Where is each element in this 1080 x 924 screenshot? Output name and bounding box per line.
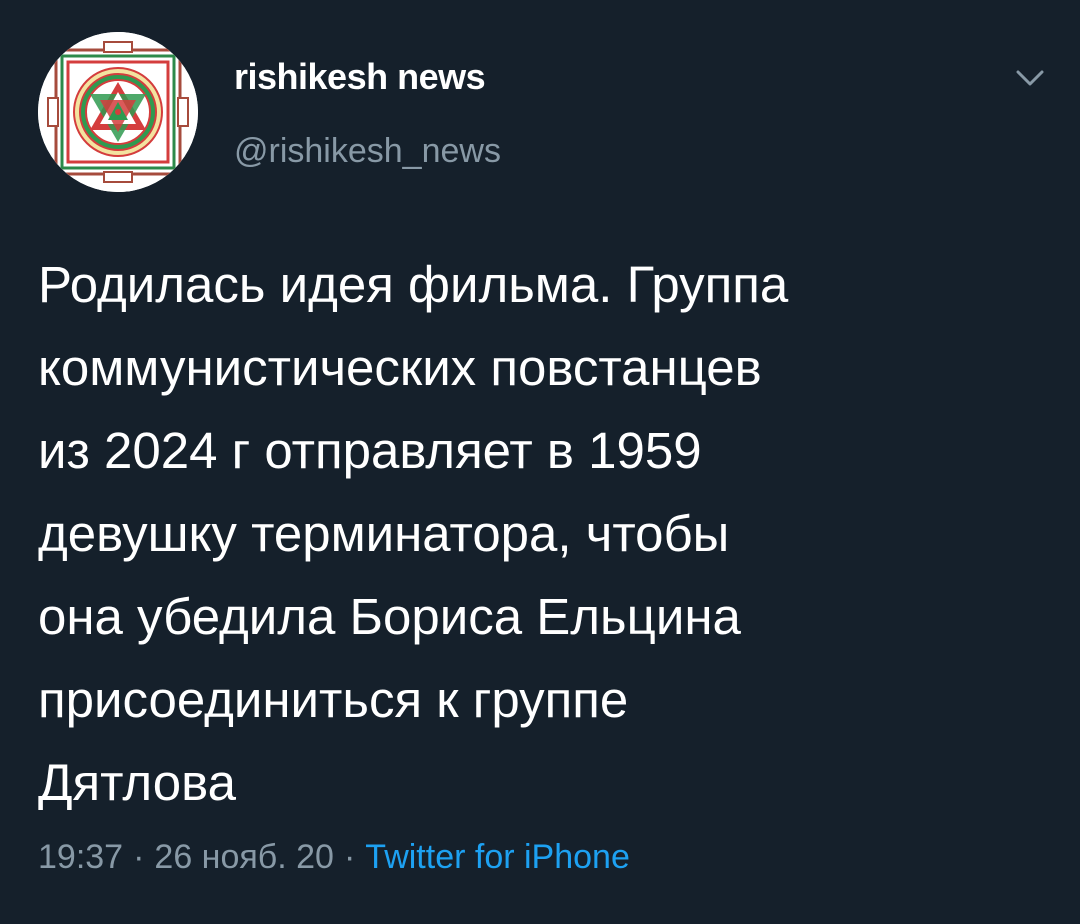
tweet-text: Родилась идея фильма. Группа коммунистич…	[38, 256, 789, 811]
tweet-date[interactable]: 26 нояб. 20	[154, 838, 334, 876]
tweet-menu-button[interactable]	[1010, 58, 1050, 98]
sri-yantra-icon	[38, 32, 198, 192]
tweet-card: rishikesh news @rishikesh_news Родилась …	[0, 0, 1080, 924]
meta-separator: ·	[133, 838, 145, 876]
meta-separator: ·	[343, 838, 356, 876]
tweet-source-link[interactable]: Twitter for iPhone	[365, 838, 630, 876]
tweet-meta: 19:37 · 26 нояб. 20 · Twitter for iPhone	[38, 838, 630, 877]
avatar[interactable]	[38, 32, 198, 192]
display-name[interactable]: rishikesh news	[234, 56, 486, 98]
tweet-time[interactable]: 19:37	[38, 838, 123, 876]
chevron-down-icon	[1016, 70, 1044, 86]
user-handle[interactable]: @rishikesh_news	[234, 132, 501, 171]
